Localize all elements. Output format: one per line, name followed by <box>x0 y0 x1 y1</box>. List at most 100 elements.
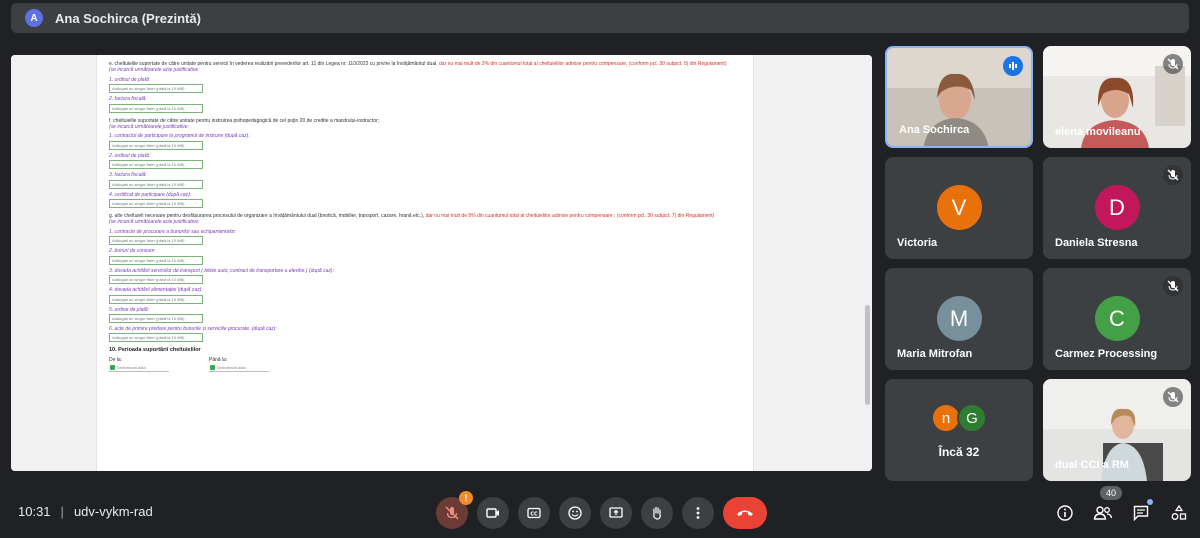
upload-field-label: 2. bonuri de consum: <box>109 248 156 255</box>
mic-off-icon <box>445 506 459 520</box>
file-upload-field[interactable]: Adăugați un singur fișier (până la 10 MB… <box>109 255 203 265</box>
participant-name: elena movileanu <box>1055 126 1141 138</box>
people-icon <box>1093 506 1113 520</box>
end-call-icon <box>737 510 753 516</box>
document-item: e. cheltuielile suportate de către unita… <box>109 61 741 113</box>
participant-name: Carmez Processing <box>1055 348 1158 360</box>
participant-avatar: D <box>1094 185 1140 230</box>
present-icon <box>609 507 623 518</box>
file-upload-field[interactable]: Adăugați un singur fișier (până la 10 MB… <box>109 103 203 113</box>
upload-field-label: 1. ordinul de plată: <box>109 76 151 83</box>
doc-margin-left <box>11 55 96 471</box>
document-item-heading-text: e. cheltuielile suportate de către unita… <box>109 61 438 67</box>
upload-field-label: 4. dovada achitării alimentației (după c… <box>109 287 203 294</box>
from-date-field[interactable]: Selectează data <box>109 363 169 373</box>
captions-button[interactable]: CC <box>518 497 550 529</box>
document-item-heading-note: dar nu mai mult de 3% din cuantumul tota… <box>437 61 727 67</box>
more-participants-tile[interactable]: n G Încă 32 <box>885 379 1033 481</box>
participant-tile-dual-cci[interactable]: dual CCI a RM <box>1043 379 1191 481</box>
file-upload-field[interactable]: Adăugați un singur fișier (până la 10 MB… <box>109 84 203 94</box>
raise-hand-button[interactable] <box>641 497 673 529</box>
more-options-button[interactable] <box>682 497 714 529</box>
chat-button[interactable] <box>1125 497 1157 529</box>
participant-name: Victoria <box>897 237 938 249</box>
to-date-field[interactable]: Selectează data <box>209 363 269 373</box>
more-participants-avatars: n G <box>931 403 991 435</box>
file-upload-field[interactable]: Adăugați un singur fișier (până la 10 MB… <box>109 160 203 170</box>
meeting-details-button[interactable] <box>1049 497 1081 529</box>
document-item-heading-text: g. alte cheltuieli necesare pentru desfă… <box>109 213 425 220</box>
document-item-intro: (se incarcă următoarele justificative: <box>109 124 189 131</box>
more-participants-label: Încă 32 <box>938 445 980 459</box>
file-upload-field[interactable]: Adăugați un singur fișier (până la 10 MB… <box>109 275 203 285</box>
from-date-group: De la: Selectează data <box>109 357 169 373</box>
doc-scrollbar[interactable] <box>865 305 870 405</box>
participant-tile-ana-sochirca[interactable]: Ana Sochirca <box>885 46 1033 148</box>
document-item-heading-note: dar nu mai mult de 5% din cuantumul tota… <box>424 213 715 220</box>
document-item-intro: (se incarcă următoarele acte justificati… <box>109 67 200 74</box>
participant-avatar: V <box>936 185 982 230</box>
camera-toggle-button[interactable] <box>477 497 509 529</box>
activities-icon <box>1171 504 1187 520</box>
speaking-indicator-icon <box>1003 56 1023 76</box>
bottom-bar: 10:31 | udv-vykm-rad ! CC <box>0 488 1200 538</box>
meeting-info-separator: | <box>60 504 64 519</box>
reactions-button[interactable] <box>559 497 591 529</box>
upload-field-label: 3. dovada achitării serviciilor de trans… <box>109 267 334 274</box>
mic-off-icon <box>1163 276 1183 296</box>
meeting-code: udv-vykm-rad <box>73 504 153 519</box>
participant-avatar: M <box>936 296 982 341</box>
call-controls: ! CC <box>436 491 767 529</box>
side-controls <box>1049 497 1195 529</box>
participant-tile-carmez-processing[interactable]: C Carmez Processing <box>1043 268 1191 370</box>
doc-margin-right <box>754 55 872 471</box>
document-items: e. cheltuielile suportate de către unita… <box>109 61 741 343</box>
document-item-heading: e. cheltuielile suportate de către unita… <box>109 61 741 67</box>
more-options-icon <box>696 507 700 519</box>
file-upload-field[interactable]: Adăugați un singur fișier (până la 10 MB… <box>109 140 203 150</box>
people-button[interactable] <box>1087 497 1119 529</box>
upload-field-label: 5. ordine de plată: <box>109 306 150 313</box>
period-section-title: 10. Perioada suportării cheltuielilor <box>109 347 201 354</box>
file-upload-field[interactable]: Adăugați un singur fișier (până la 10 MB… <box>109 199 203 209</box>
mic-toggle-button[interactable]: ! <box>436 491 473 529</box>
participant-avatar: C <box>1094 296 1140 341</box>
upload-field-label: 4. certificat de participare (după caz): <box>109 191 192 198</box>
camera-icon <box>486 508 499 518</box>
participant-tile-maria-mitrofan[interactable]: M Maria Mitrofan <box>885 268 1033 370</box>
participant-avatar: G <box>957 403 987 433</box>
upload-field-label: 6. acte de primire predare pentru bunuri… <box>109 325 277 332</box>
document-item-heading: g. alte cheltuieli necesare pentru desfă… <box>109 213 741 219</box>
participant-tile-elena-movileanu[interactable]: elena movileanu <box>1043 46 1191 148</box>
file-upload-field[interactable]: Adăugați un singur fișier (până la 10 MB… <box>109 313 203 323</box>
file-upload-field[interactable]: Adăugați un singur fișier (până la 10 MB… <box>109 179 203 189</box>
mic-off-icon <box>1163 165 1183 185</box>
participant-name: Ana Sochirca <box>899 124 970 136</box>
file-upload-field[interactable]: Adăugați un singur fișier (până la 10 MB… <box>109 333 203 343</box>
upload-field-label: 1. contractul de participare la programu… <box>109 133 250 140</box>
shared-screen: e. cheltuielile suportate de către unita… <box>11 55 872 471</box>
chat-icon <box>1133 505 1149 522</box>
mic-off-icon <box>1163 387 1183 407</box>
presenter-bar: A Ana Sochirca (Prezintă) <box>11 3 1189 33</box>
document-item-intro: (se incarcă următoarele acte justificati… <box>109 219 200 226</box>
activities-button[interactable] <box>1163 497 1195 529</box>
upload-field-label: 2. factura fiscală: <box>109 96 147 103</box>
raise-hand-icon <box>653 506 661 520</box>
presenter-avatar: A <box>25 9 43 27</box>
present-button[interactable] <box>600 497 632 529</box>
file-upload-field[interactable]: Adăugați un singur fișier (până la 10 MB… <box>109 294 203 304</box>
participant-tile-victoria[interactable]: V Victoria <box>885 157 1033 259</box>
upload-field-label: 2. ordinul de plată: <box>109 152 151 159</box>
mic-warning-badge: ! <box>459 491 473 505</box>
participant-name: Daniela Stresna <box>1055 237 1138 249</box>
chat-notification-dot <box>1147 499 1153 505</box>
document-item: g. alte cheltuieli necesare pentru desfă… <box>109 213 741 343</box>
info-icon <box>1057 505 1073 521</box>
file-upload-field[interactable]: Adăugați un singur fișier (până la 10 MB… <box>109 236 203 246</box>
participant-tile-daniela-stresna[interactable]: D Daniela Stresna <box>1043 157 1191 259</box>
document-item-heading-text: f. cheltuielile suportate de către unita… <box>109 117 380 124</box>
end-call-button[interactable] <box>723 497 767 529</box>
participant-name: dual CCI a RM <box>1055 459 1129 471</box>
document-item: f. cheltuielile suportate de către unita… <box>109 117 741 209</box>
